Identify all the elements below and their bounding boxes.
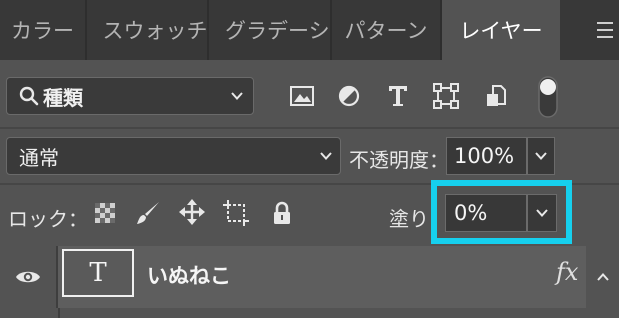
tab-patterns[interactable]: パターン: [332, 0, 442, 60]
panel-tab-bar: カラー スウォッチ グラデーション パターン レイヤー: [0, 0, 619, 60]
opacity-label: 不透明度：: [349, 148, 449, 172]
blend-mode-dropdown[interactable]: 通常: [6, 137, 341, 175]
fill-highlight-box: [431, 180, 572, 244]
tab-label: パターン: [344, 19, 428, 43]
eye-icon: [15, 268, 41, 286]
lock-position-icon[interactable]: [178, 198, 206, 226]
opacity-slider-button[interactable]: [527, 137, 555, 175]
adjustment-filter-icon[interactable]: [337, 84, 361, 108]
tab-label: カラー: [11, 19, 74, 43]
type-layer-icon: T: [89, 258, 107, 288]
image-filter-icon[interactable]: [289, 84, 315, 108]
opacity-value: 100%: [454, 144, 515, 168]
tab-label: スウォッチ: [102, 19, 208, 43]
next-layer-row: [0, 308, 619, 318]
search-icon: [19, 86, 39, 106]
lock-all-icon[interactable]: [270, 200, 294, 226]
filter-kind-label: 種類: [43, 85, 83, 110]
filter-kind-dropdown[interactable]: 種類: [6, 77, 254, 115]
blend-mode-label: 通常: [19, 145, 59, 170]
tab-gradients[interactable]: グラデーション: [209, 0, 332, 60]
panel-menu-icon[interactable]: [597, 18, 619, 42]
shape-filter-icon[interactable]: [433, 83, 459, 109]
lock-artboard-icon[interactable]: [222, 199, 250, 227]
filter-toggle-icon[interactable]: [538, 76, 558, 118]
text-layer-thumbnail[interactable]: T: [62, 249, 134, 297]
tab-color[interactable]: カラー: [0, 0, 87, 60]
visibility-toggle[interactable]: [0, 246, 58, 308]
chevron-up-icon: [596, 271, 610, 283]
chevron-down-icon: [231, 90, 243, 102]
smart-object-filter-icon[interactable]: [484, 84, 508, 108]
row-divider: [0, 127, 619, 129]
layer-effects-icon[interactable]: fx: [556, 258, 578, 286]
layer-name[interactable]: いぬねこ: [147, 260, 231, 290]
opacity-input[interactable]: 100%: [446, 137, 527, 175]
chevron-down-icon: [320, 150, 332, 162]
type-filter-icon[interactable]: [385, 82, 411, 110]
tab-swatches[interactable]: スウォッチ: [87, 0, 209, 60]
chevron-down-icon: [535, 150, 547, 162]
layer-row[interactable]: T いぬねこ fx: [0, 246, 619, 308]
lock-label: ロック：: [8, 207, 88, 231]
tab-layers[interactable]: レイヤー: [442, 0, 560, 60]
collapse-effects-button[interactable]: [586, 246, 619, 308]
tab-label: グラデーション: [225, 19, 330, 43]
lock-transparent-pixels-icon[interactable]: [94, 202, 116, 224]
lock-image-pixels-icon[interactable]: [134, 199, 162, 227]
tab-label: レイヤー: [459, 19, 543, 43]
